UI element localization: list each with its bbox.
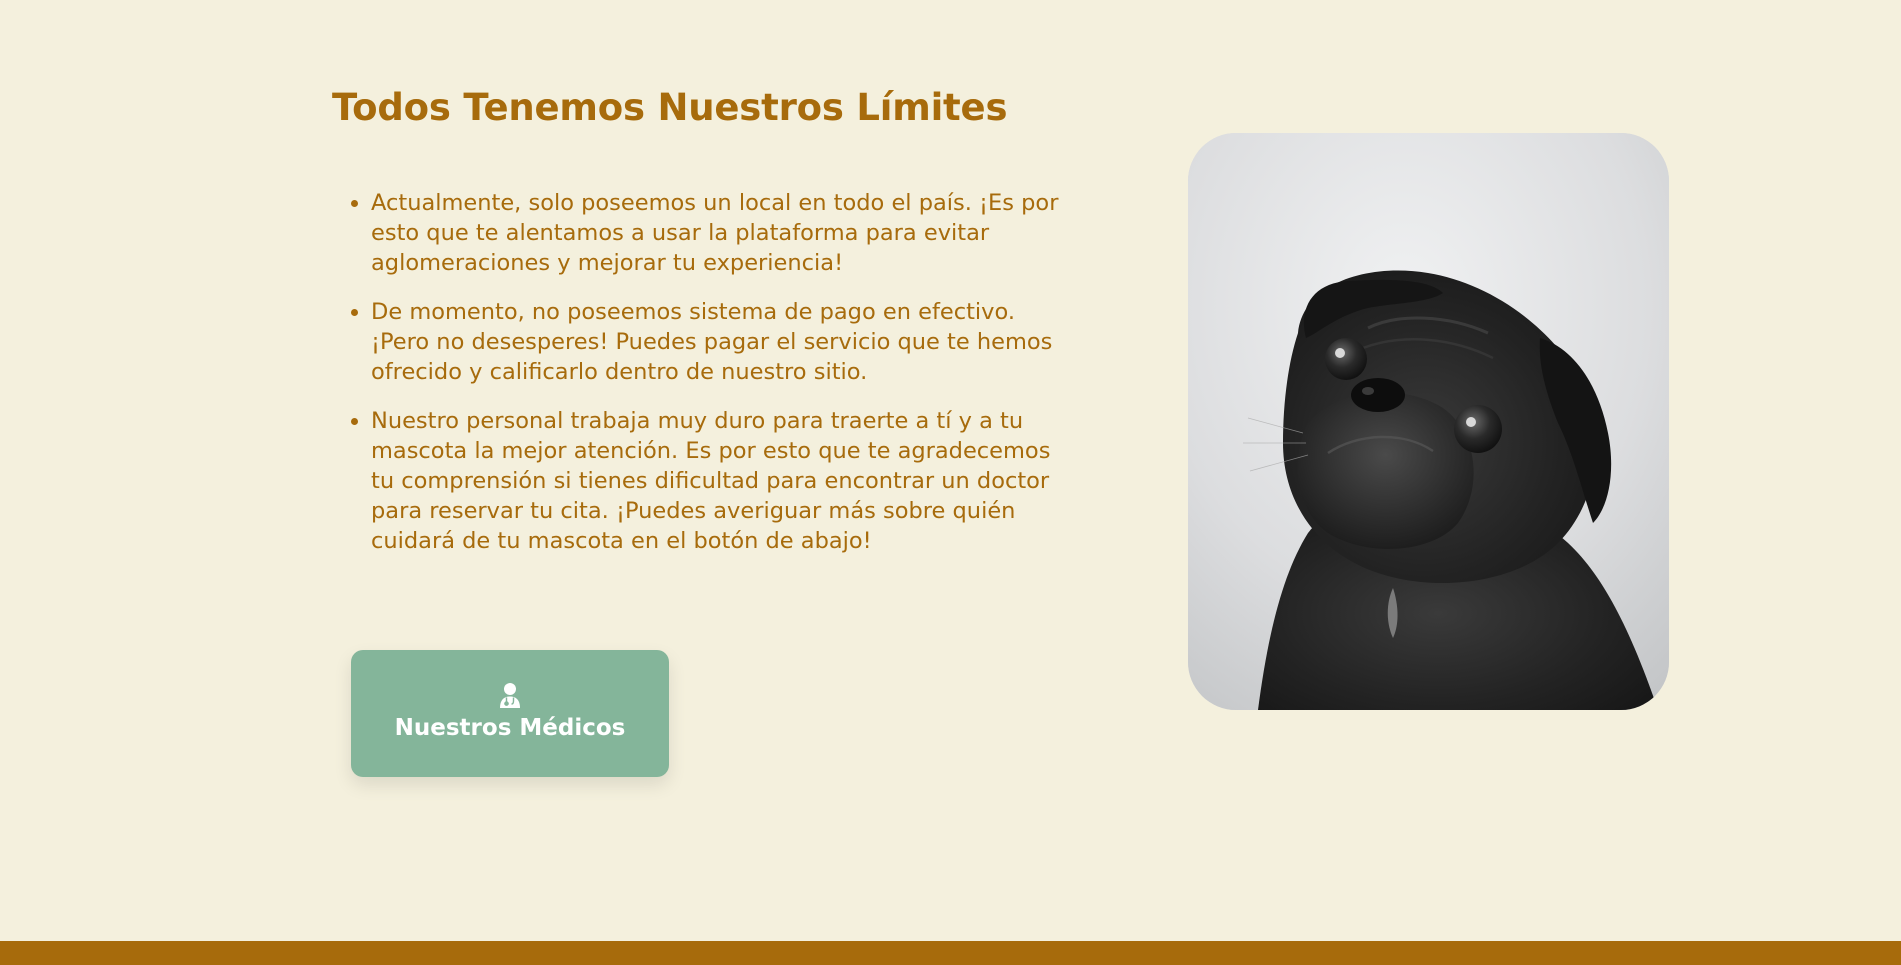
doctor-icon bbox=[500, 683, 520, 708]
list-item: Nuestro personal trabaja muy duro para t… bbox=[371, 406, 1072, 556]
list-item: Actualmente, solo poseemos un local en t… bbox=[371, 188, 1072, 278]
list-item: De momento, no poseemos sistema de pago … bbox=[371, 297, 1072, 387]
footer-bar bbox=[0, 941, 1901, 965]
our-doctors-button[interactable]: Nuestros Médicos bbox=[351, 650, 669, 777]
pug-image bbox=[1188, 133, 1669, 710]
limits-section: Todos Tenemos Nuestros Límites Actualmen… bbox=[0, 0, 1901, 941]
our-doctors-label: Nuestros Médicos bbox=[394, 715, 626, 741]
section-title: Todos Tenemos Nuestros Límites bbox=[332, 86, 1008, 129]
pug-photo bbox=[1188, 133, 1669, 710]
limits-list: Actualmente, solo poseemos un local en t… bbox=[332, 188, 1072, 575]
